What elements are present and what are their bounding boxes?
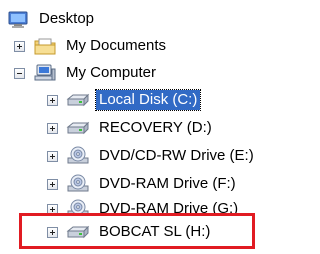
optical-drive-icon: [66, 174, 90, 194]
tree-item-label: My Documents: [66, 37, 167, 54]
hard-drive-icon: [66, 222, 90, 242]
expand-icon[interactable]: [47, 226, 58, 238]
tree-item-label: My Computer: [66, 64, 157, 81]
folder-tree: Desktop My Documents My Computer Local D…: [0, 0, 279, 254]
expand-icon[interactable]: [47, 94, 58, 106]
tree-item-label: RECOVERY (D:): [99, 119, 212, 136]
tree-item-desktop[interactable]: Desktop: [6, 7, 97, 31]
hard-drive-icon: [66, 90, 90, 110]
optical-drive-icon: [66, 146, 90, 166]
tree-item-label: Desktop: [39, 10, 95, 27]
tree-item-bobcat-h[interactable]: BOBCAT SL (H:): [47, 220, 213, 244]
tree-item-label: Local Disk (C:): [94, 89, 202, 111]
collapse-icon[interactable]: [14, 67, 25, 79]
tree-item-dvd-cdrw-e[interactable]: DVD/CD-RW Drive (E:): [47, 144, 257, 168]
folder-documents-icon: [33, 36, 57, 56]
tree-item-recovery-d[interactable]: RECOVERY (D:): [47, 116, 215, 140]
computer-icon: [33, 63, 57, 83]
tree-item-label: DVD-RAM Drive (F:): [99, 175, 236, 192]
tree-item-local-disk-c[interactable]: Local Disk (C:): [47, 88, 202, 112]
expand-icon[interactable]: [47, 150, 58, 162]
tree-item-label: DVD/CD-RW Drive (E:): [99, 147, 254, 164]
tree-item-my-computer[interactable]: My Computer: [14, 61, 159, 85]
tree-item-dvd-ram-f[interactable]: DVD-RAM Drive (F:): [47, 172, 239, 196]
tree-item-label: BOBCAT SL (H:): [99, 223, 211, 240]
expand-icon[interactable]: [14, 40, 25, 52]
hard-drive-icon: [66, 118, 90, 138]
tree-item-my-documents[interactable]: My Documents: [14, 34, 169, 58]
expand-icon[interactable]: [47, 178, 58, 190]
desktop-icon: [6, 9, 30, 29]
expand-icon[interactable]: [47, 122, 58, 134]
expand-icon[interactable]: [47, 203, 58, 215]
